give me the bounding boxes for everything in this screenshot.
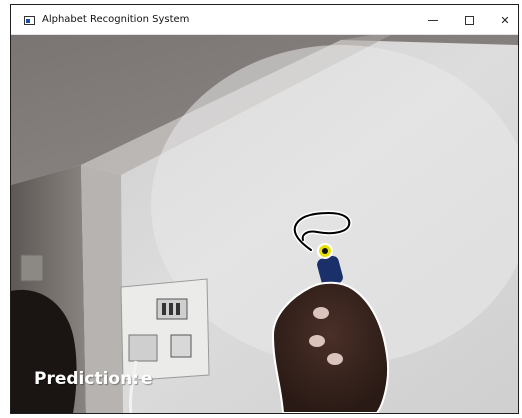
prediction-label: Prediction: bbox=[34, 369, 139, 389]
window-title: Alphabet Recognition System bbox=[42, 14, 190, 25]
finger-nail-2 bbox=[309, 335, 325, 347]
maximize-button[interactable] bbox=[451, 5, 487, 35]
close-button[interactable]: ✕ bbox=[487, 5, 518, 35]
app-icon bbox=[24, 16, 35, 25]
pointer-center bbox=[322, 248, 328, 254]
camera-feed: Prediction: e bbox=[11, 35, 518, 413]
close-icon: ✕ bbox=[500, 13, 510, 27]
prediction-value: e bbox=[140, 369, 153, 389]
socket bbox=[170, 334, 192, 358]
prediction-overlay: Prediction: e bbox=[34, 369, 153, 389]
switch-3 bbox=[176, 303, 180, 315]
app-window: Alphabet Recognition System ✕ Prediction… bbox=[10, 4, 519, 414]
wall-socket bbox=[20, 254, 44, 282]
maximize-icon bbox=[464, 15, 474, 25]
switch-2 bbox=[169, 303, 173, 315]
camera-frame bbox=[11, 35, 518, 413]
finger-nail-1 bbox=[313, 307, 329, 319]
title-bar[interactable]: Alphabet Recognition System ✕ bbox=[11, 5, 518, 35]
minimize-icon bbox=[428, 19, 438, 21]
minimize-button[interactable] bbox=[415, 5, 451, 35]
finger-nail-3 bbox=[327, 353, 343, 365]
switch-1 bbox=[162, 303, 166, 315]
plug bbox=[128, 334, 158, 362]
